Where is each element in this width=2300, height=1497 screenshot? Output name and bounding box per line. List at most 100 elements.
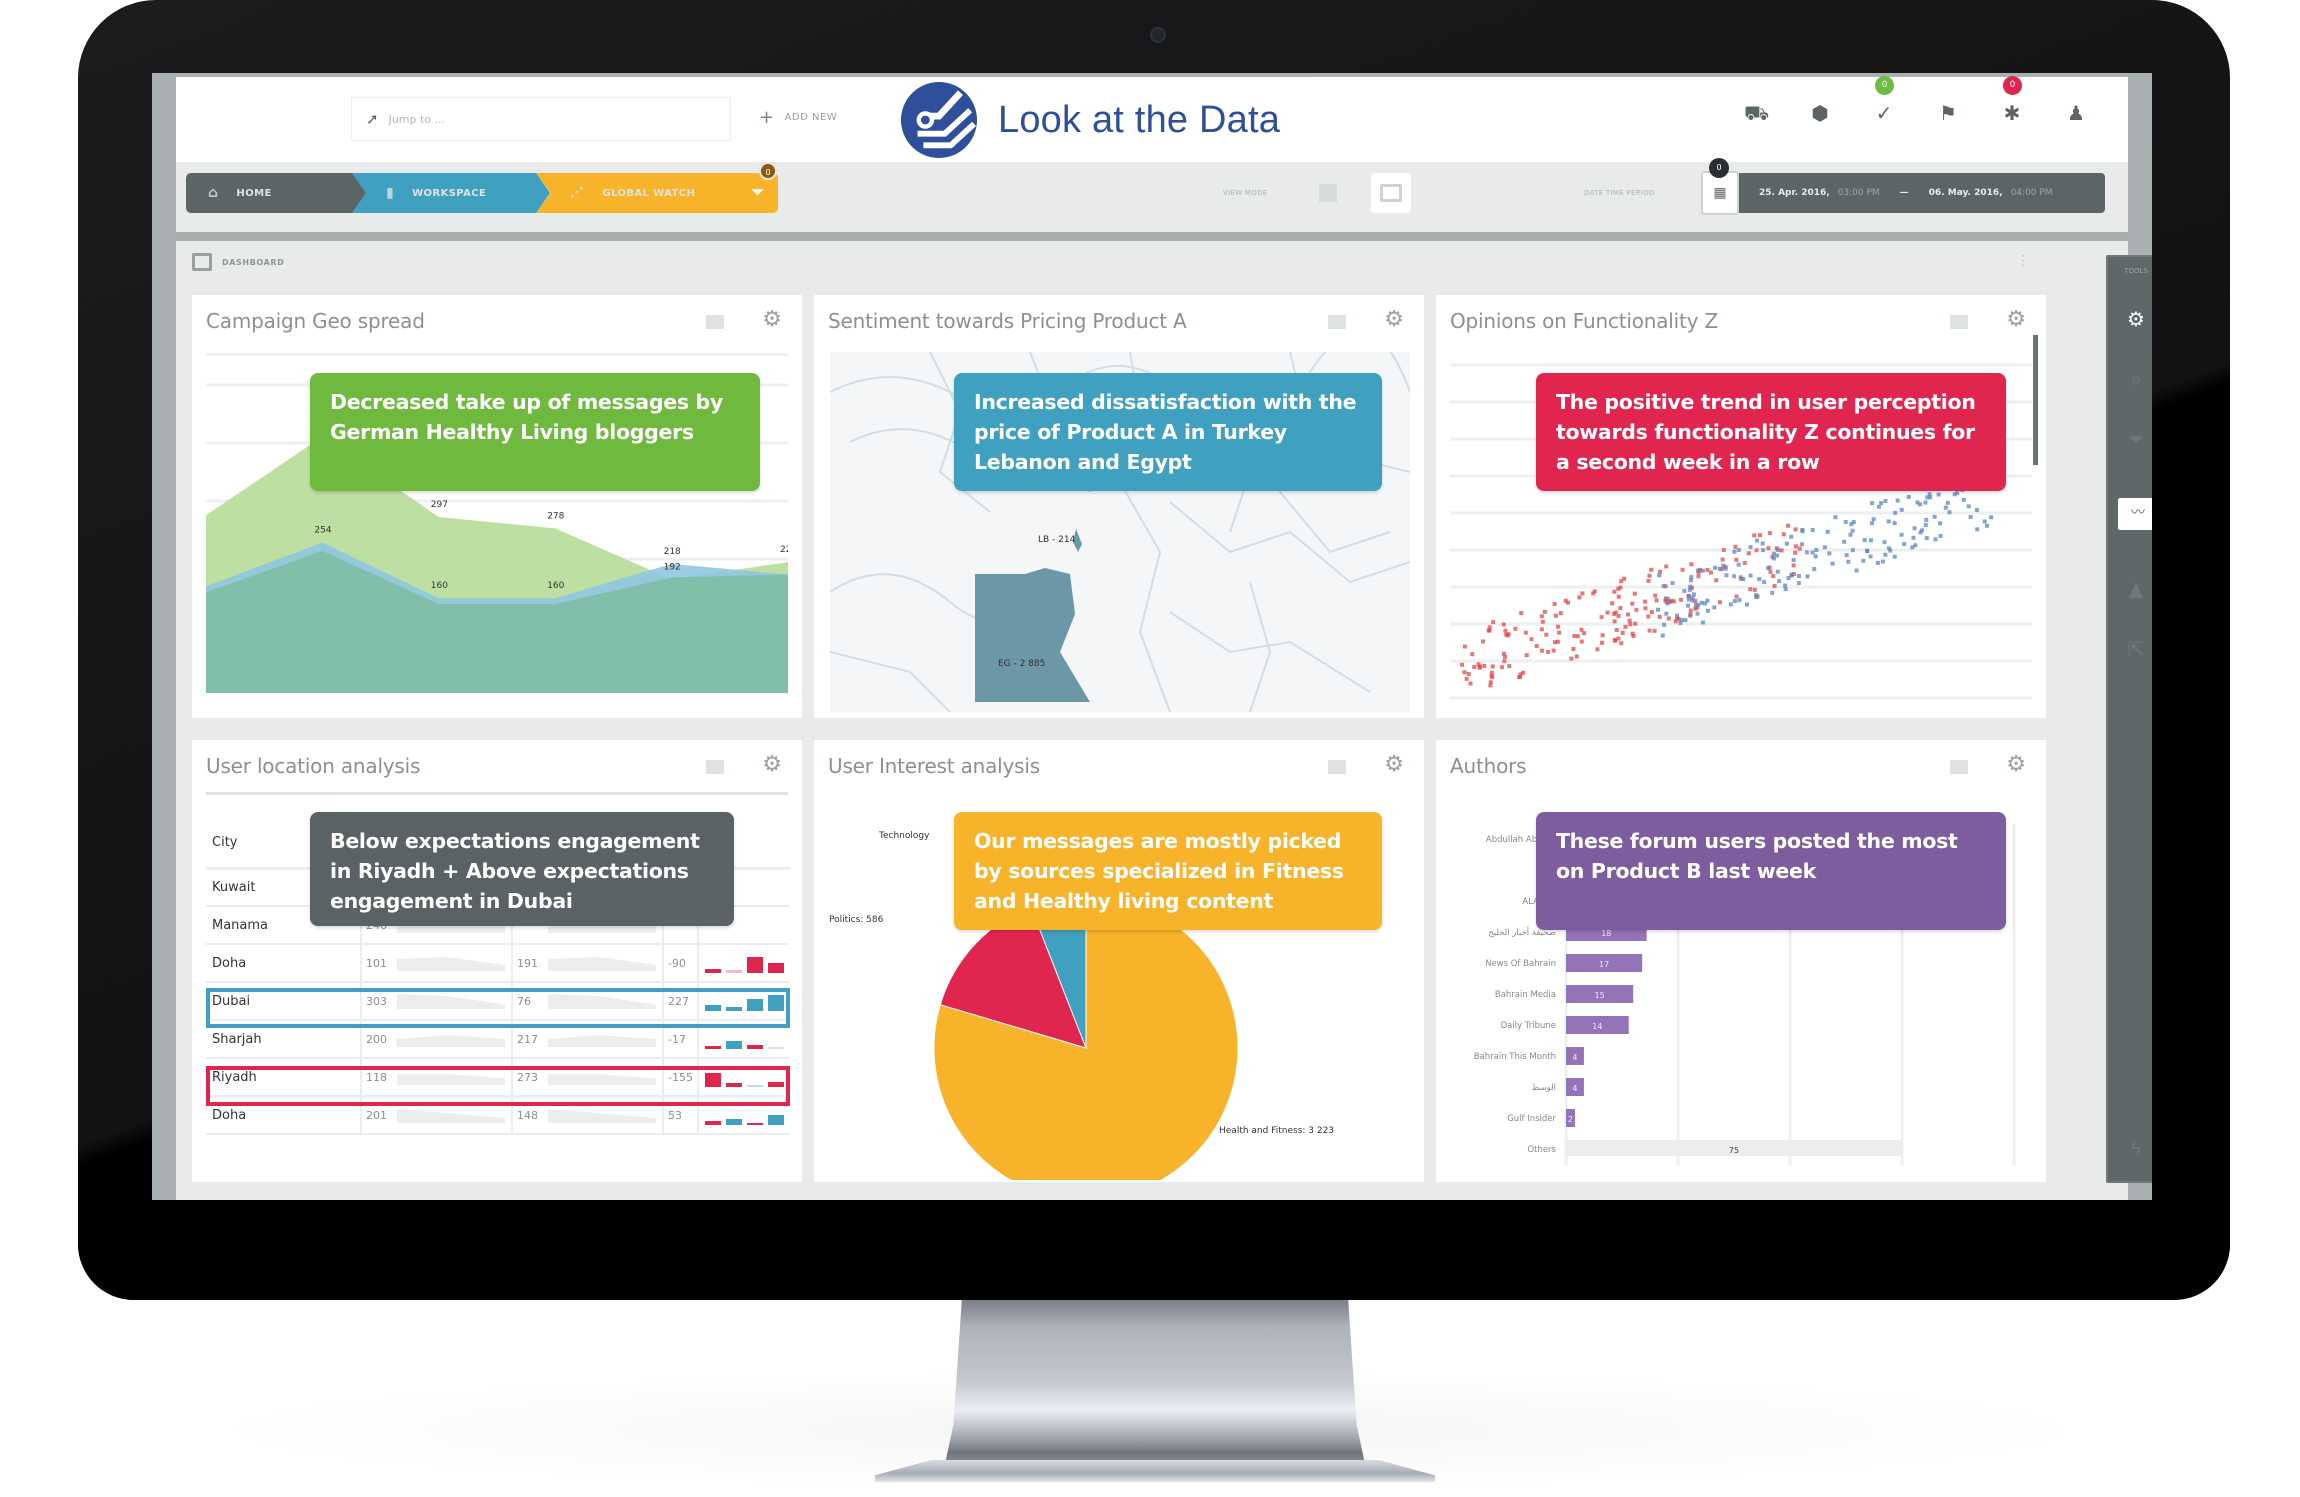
flag-icon[interactable]: ⚑ bbox=[1936, 101, 1960, 125]
scatter-point-positive bbox=[1961, 497, 1966, 502]
indicator-bar bbox=[705, 1046, 721, 1049]
panel-title: Authors bbox=[1450, 754, 1527, 778]
scatter-point-positive bbox=[1748, 573, 1753, 578]
gear-icon[interactable]: ⚙ bbox=[1384, 752, 1404, 777]
scatter-point-positive bbox=[1748, 545, 1753, 550]
scatter-point-negative bbox=[1618, 606, 1623, 611]
settings-icon[interactable]: ⚙ bbox=[2108, 307, 2152, 331]
scatter-point-negative bbox=[1582, 631, 1587, 636]
gear-icon[interactable]: ⚙ bbox=[1384, 307, 1404, 332]
scatter-point-positive bbox=[1805, 574, 1810, 579]
scatter-point-positive bbox=[1678, 621, 1683, 626]
list-icon[interactable] bbox=[1950, 315, 1968, 329]
area-data-label: 160 bbox=[547, 581, 564, 591]
scatter-point-negative bbox=[1746, 551, 1751, 556]
time-from: 03:00 PM bbox=[1837, 188, 1880, 198]
scatter-point-positive bbox=[1736, 562, 1741, 567]
scatter-point-negative bbox=[1791, 563, 1796, 568]
list-icon[interactable] bbox=[1328, 760, 1346, 774]
dashboard: DASHBOARD ⋮ Campaign Geo spread ⚙ 433254… bbox=[176, 241, 2152, 1200]
scatter-point-positive bbox=[1875, 560, 1880, 565]
tools-rail: TOOLS ⚙ ⌕ ⏷ 〰 ▲ ⇱ ϟ bbox=[2106, 255, 2152, 1183]
scatter-point-positive bbox=[1766, 566, 1771, 571]
dashboard-more-icon[interactable]: ⋮ bbox=[2016, 253, 2030, 269]
bar-category-label: Others bbox=[1527, 1145, 1556, 1155]
sparkline bbox=[397, 1109, 506, 1123]
list-icon[interactable] bbox=[706, 315, 724, 329]
add-new-button[interactable]: + ADD NEW bbox=[759, 107, 837, 128]
scatter-point-negative bbox=[1490, 664, 1495, 669]
scatter-point-positive bbox=[1861, 558, 1866, 563]
breadcrumb-workspace-label: WORKSPACE bbox=[412, 187, 487, 199]
breadcrumb-workspace[interactable]: ▮ WORKSPACE bbox=[352, 173, 550, 213]
bell-icon[interactable]: ▲ bbox=[2108, 577, 2152, 601]
trend-icon[interactable]: 〰 bbox=[2118, 498, 2152, 530]
panel-scrollbar[interactable] bbox=[2033, 335, 2038, 465]
scatter-point-positive bbox=[1830, 561, 1835, 566]
breadcrumb-global-watch[interactable]: ⋰ GLOBAL WATCH ⏷ bbox=[536, 173, 778, 213]
cell-value-c: -90 bbox=[662, 944, 698, 983]
scatter-point-positive bbox=[1854, 568, 1859, 573]
scatter-point-negative bbox=[1555, 624, 1560, 629]
table-row[interactable]: Doha 101 191 -90 bbox=[206, 944, 790, 983]
search-icon[interactable]: ⌕ bbox=[2108, 367, 2152, 391]
jump-to-input[interactable]: ➚ Jump to ... bbox=[351, 97, 731, 141]
area-data-label: 192 bbox=[664, 562, 681, 572]
scatter-point-negative bbox=[1758, 533, 1763, 538]
export-icon[interactable]: ⇱ bbox=[2108, 637, 2152, 661]
list-icon[interactable] bbox=[706, 760, 724, 774]
bolt-icon[interactable]: ϟ bbox=[2108, 1137, 2152, 1161]
pie-label: Technology bbox=[878, 831, 930, 841]
dashboard-view-button[interactable] bbox=[1371, 173, 1411, 213]
scatter-point-positive bbox=[1936, 492, 1941, 497]
scatter-point-positive bbox=[1739, 577, 1744, 582]
scatter-point-positive bbox=[1892, 521, 1897, 526]
truck-icon[interactable]: ⛟ bbox=[1744, 101, 1769, 125]
scatter-point-negative bbox=[1557, 630, 1562, 635]
filter-icon[interactable]: ⏷ bbox=[752, 183, 764, 201]
bar-category-label: Daily Tribune bbox=[1501, 1021, 1556, 1031]
scatter-point-positive bbox=[1920, 528, 1925, 533]
scatter-point-negative bbox=[1772, 583, 1777, 588]
scatter-point-positive bbox=[1842, 539, 1847, 544]
list-icon[interactable] bbox=[1950, 760, 1968, 774]
panel-sentiment-pricing: Sentiment towards Pricing Product A ⚙ LB… bbox=[814, 295, 1424, 718]
scatter-point-negative bbox=[1786, 523, 1791, 528]
scatter-point-negative bbox=[1720, 557, 1725, 562]
list-view-button[interactable] bbox=[1319, 184, 1337, 202]
panel-rule bbox=[206, 792, 788, 795]
scatter-point-positive bbox=[1737, 598, 1742, 603]
gear-icon[interactable]: ⚙ bbox=[762, 307, 782, 332]
bar-category-label: Gulf Insider bbox=[1507, 1114, 1556, 1124]
scatter-point-negative bbox=[1721, 547, 1726, 552]
scatter-point-positive bbox=[1800, 528, 1805, 533]
scatter-point-positive bbox=[1912, 526, 1917, 531]
gear-icon[interactable]: ⚙ bbox=[2006, 752, 2026, 777]
brand-logo-icon bbox=[900, 81, 978, 159]
scatter-point-negative bbox=[1503, 654, 1508, 659]
scatter-point-negative bbox=[1620, 630, 1625, 635]
scatter-point-positive bbox=[1657, 573, 1662, 578]
scatter-point-negative bbox=[1779, 548, 1784, 553]
scatter-point-positive bbox=[1789, 573, 1794, 578]
bar-value-label: 2 bbox=[1568, 1115, 1573, 1124]
filter-icon[interactable]: ⏷ bbox=[2108, 427, 2152, 451]
shield-icon[interactable]: ⬢ bbox=[1808, 101, 1832, 125]
scatter-point-positive bbox=[1760, 541, 1765, 546]
scatter-point-positive bbox=[1791, 557, 1796, 562]
scatter-point-negative bbox=[1633, 621, 1638, 626]
scatter-point-negative bbox=[1571, 647, 1576, 652]
check-icon[interactable]: ✓ 0 bbox=[1872, 76, 1896, 125]
calendar-badge: 0 bbox=[1709, 158, 1729, 178]
scatter-point-negative bbox=[1657, 614, 1662, 619]
date-range-picker[interactable]: 25. Apr. 2016, 03:00 PM — 06. May. 2016,… bbox=[1739, 173, 2105, 213]
scatter-point-negative bbox=[1714, 578, 1719, 583]
bug-icon[interactable]: ✱ 0 bbox=[2000, 76, 2024, 125]
breadcrumb-home[interactable]: ⌂ HOME bbox=[186, 173, 366, 213]
gear-icon[interactable]: ⚙ bbox=[2006, 307, 2026, 332]
user-icon[interactable]: ♟ bbox=[2064, 101, 2088, 125]
scatter-point-negative bbox=[1599, 615, 1604, 620]
gear-icon[interactable]: ⚙ bbox=[762, 752, 782, 777]
list-icon[interactable] bbox=[1328, 315, 1346, 329]
home-icon: ⌂ bbox=[208, 185, 219, 201]
